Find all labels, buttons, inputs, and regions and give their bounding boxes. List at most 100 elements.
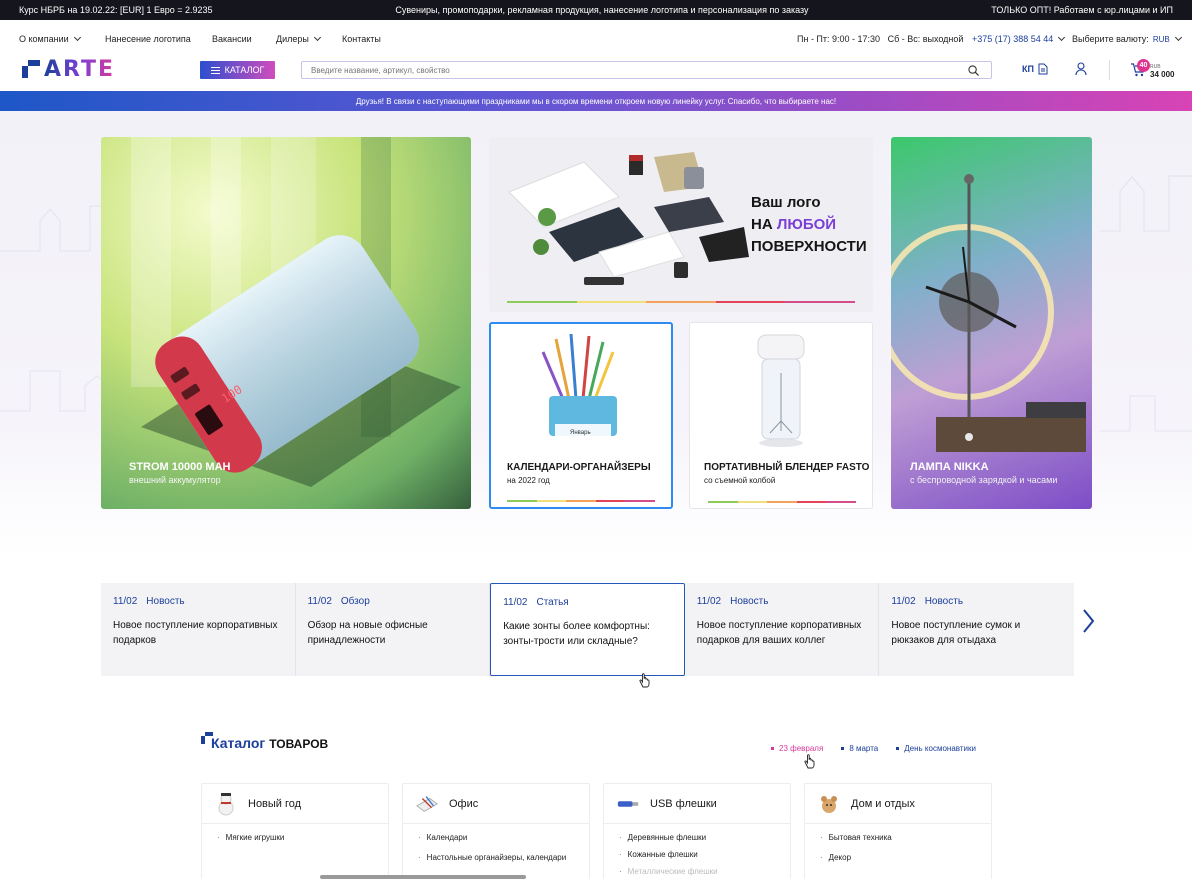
catalog-subitem[interactable]: Настольные органайзеры, календари (418, 853, 589, 862)
news-type: Обзор (340, 596, 370, 607)
catalog-subitem[interactable]: Бытовая техника (820, 833, 991, 842)
logo-print-headline: Ваш лого НА ЛЮБОЙ ПОВЕРХНОСТИ (751, 194, 867, 255)
site-logo[interactable]: ARTE (22, 57, 115, 82)
catalog-card-title: USB флешки (650, 797, 717, 810)
logo-text: ARTE (44, 56, 116, 82)
calendar-month-label: Январь (570, 430, 591, 436)
hero-card-calendars[interactable]: Январь КАЛЕНДАРИ-ОРГАНАЙЗЕРЫ на 2022 год (489, 322, 673, 509)
catalog-card-new-year[interactable]: Новый год Мягкие игрушки (201, 783, 389, 879)
news-item[interactable]: 11/02 Статья Какие зонты более комфортны:… (490, 583, 685, 676)
currency-value: RUB (1152, 34, 1170, 44)
nav-about[interactable]: О компании (19, 33, 81, 44)
news-item[interactable]: 11/02 Новость Новое поступление сумок и р… (879, 583, 1074, 676)
search-bar (301, 61, 992, 79)
exchange-rate: Курс НБРБ на 19.02.22: [EUR] 1 Евро = 2.… (19, 5, 213, 15)
catalog-card-usb[interactable]: USB флешки Деревянные флешки Кожанные фл… (603, 783, 791, 879)
document-icon (1038, 63, 1048, 75)
news-type: Новость (730, 596, 769, 607)
hero-card-title: КАЛЕНДАРИ-ОРГАНАЙЗЕРЫ (507, 462, 651, 473)
phone-dropdown[interactable]: +375 (17) 388 54 44 (972, 33, 1066, 44)
chevron-down-icon (313, 33, 321, 42)
hero-card-powerbank[interactable]: 100 STROM 10000 MAH внешний аккумулятор (101, 137, 471, 509)
catalog-card-title: Дом и отдых (851, 797, 915, 810)
powerbank-image (131, 137, 461, 487)
catalog-subitem[interactable]: Металлические флешки (619, 867, 790, 876)
news-date: 11/02 (696, 596, 722, 607)
blender-image (757, 334, 805, 447)
holiday-link[interactable]: 8 марта (841, 744, 878, 753)
hero-card-subtitle: на 2022 год (507, 476, 550, 485)
news-carousel: 11/02 Новость Новое поступление корпорати… (101, 583, 1074, 676)
catalog-card-title: Новый год (248, 797, 302, 810)
work-hours: Пн - Пт: 9:00 - 17:30 Сб - Вс: выходной (797, 34, 964, 44)
chevron-right-icon[interactable] (1080, 608, 1096, 634)
commercial-offer-button[interactable]: КП (1022, 63, 1048, 75)
search-input[interactable] (311, 65, 951, 75)
hero-card-title: ЛАМПА NIKKA (910, 461, 989, 473)
hero-card-title: STROM 10000 MAH (129, 461, 231, 473)
news-date: 11/02 (503, 597, 528, 608)
lamp-clock-image (891, 174, 1086, 452)
catalog-subitem[interactable]: Декор (820, 853, 991, 862)
catalog-subitem[interactable]: Мягкие игрушки (217, 833, 388, 842)
bear-icon (817, 792, 841, 816)
cart-count-badge: 40 (1137, 59, 1150, 72)
catalog-button[interactable]: КАТАЛОГ (200, 61, 275, 79)
hero-card-subtitle: с беспроводной зарядкой и часами (910, 475, 1058, 485)
catalog-heading: Каталог товаров (201, 732, 328, 751)
catalog-subitem[interactable]: Календари (418, 833, 589, 842)
hero-card-subtitle: со съемной колбой (704, 476, 776, 485)
news-item[interactable]: 11/02 Новость Новое поступление корпорати… (685, 583, 880, 676)
chevron-down-icon (1174, 33, 1182, 42)
hand-cursor-icon (804, 754, 815, 769)
currency-selector[interactable]: Выберите валюту: RUB (1072, 33, 1182, 44)
main-nav: О компании Нанесение логотипа Вакансии Д… (0, 20, 1192, 58)
nav-dealers[interactable]: Дилеры (276, 33, 321, 44)
catalog-card-office[interactable]: Офис Календари Настольные органайзеры, к… (402, 783, 590, 879)
hero-card-blender[interactable]: ПОРТАТИВНЫЙ БЛЕНДЕР FASTO со съемной кол… (689, 322, 873, 509)
news-text: Новое поступление сумок и рюкзаков для о… (891, 620, 1021, 646)
announcement-banner: Друзья! В связи с наступающими праздника… (0, 91, 1192, 111)
logo-mark-icon (201, 732, 213, 744)
horizontal-scrollbar[interactable] (320, 875, 526, 879)
header-divider (1109, 60, 1110, 80)
news-text: Обзор на новые офисные принадлежности (307, 620, 428, 646)
catalog-subitem[interactable]: Деревянные флешки (619, 833, 790, 842)
menu-icon (210, 66, 220, 74)
nav-contacts[interactable]: Контакты (342, 34, 381, 44)
hero-card-lamp[interactable]: ЛАМПА NIKKA с беспроводной зарядкой и ча… (891, 137, 1092, 509)
news-text: Какие зонты более комфортны: зонты-трост… (503, 621, 650, 647)
slider-progress (708, 501, 856, 503)
usb-icon (616, 792, 640, 816)
news-item[interactable]: 11/02 Новость Новое поступление корпорати… (101, 583, 296, 676)
nav-vacancies[interactable]: Вакансии (212, 34, 252, 44)
cart-total: 34 000 (1150, 70, 1175, 79)
top-info-bar: Курс НБРБ на 19.02.22: [EUR] 1 Евро = 2.… (0, 0, 1192, 20)
news-type: Статья (536, 597, 569, 608)
hero-card-logo-print[interactable]: Ваш лого НА ЛЮБОЙ ПОВЕРХНОСТИ (489, 137, 873, 312)
news-type: Новость (924, 596, 964, 607)
chevron-down-icon (73, 33, 81, 42)
holiday-link[interactable]: День космонавтики (896, 744, 976, 753)
news-item[interactable]: 11/02 Обзор Обзор на новые офисные принад… (296, 583, 491, 676)
slider-progress (507, 301, 855, 303)
holiday-link[interactable]: 23 февраля (771, 744, 823, 753)
slider-progress (507, 500, 655, 502)
office-icon (415, 792, 439, 816)
catalog-card-home[interactable]: Дом и отдых Бытовая техника Декор (804, 783, 992, 879)
user-icon[interactable] (1075, 62, 1087, 76)
catalog-subitem[interactable]: Кожанные флешки (619, 850, 790, 859)
hero-card-subtitle: внешний аккумулятор (129, 475, 221, 485)
news-date: 11/02 (891, 596, 916, 607)
cart-summary[interactable]: RUB 34 000 (1150, 63, 1174, 79)
tagline: Сувениры, промоподарки, рекламная продук… (395, 5, 809, 15)
nav-logo-print[interactable]: Нанесение логотипа (105, 34, 191, 44)
hero-card-title: ПОРТАТИВНЫЙ БЛЕНДЕР FASTO (704, 462, 870, 473)
news-date: 11/02 (307, 596, 332, 607)
catalog-heading-a: Каталог (211, 735, 266, 751)
search-icon[interactable] (968, 65, 979, 76)
news-date: 11/02 (113, 596, 138, 607)
snowman-icon (214, 792, 238, 816)
logo-mark-icon (22, 60, 40, 78)
news-type: Новость (146, 596, 185, 607)
